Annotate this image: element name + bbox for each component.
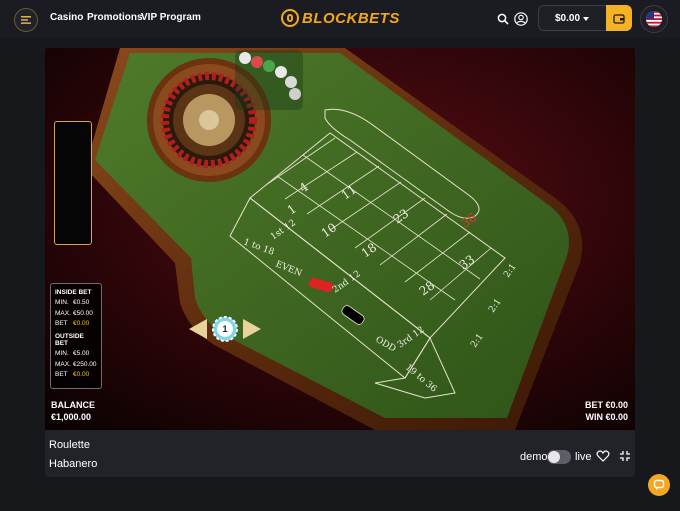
logo-text: BLOCKBETS [302,9,400,27]
live-label: live [575,451,592,463]
wallet[interactable]: $0.00 [538,5,632,31]
game-title: Roulette [49,439,90,451]
game-provider[interactable]: Habanero [49,458,97,470]
heart-icon[interactable] [596,449,610,463]
outside-bet-title: OUTSIDE BET [55,333,84,347]
inside-bet-title: INSIDE BET [55,289,92,296]
history-panel [54,121,92,245]
fullscreen-icon[interactable] [619,450,631,462]
nav-casino[interactable]: Casino [50,12,83,23]
game-info-bar: Roulette Habanero demo live [45,430,635,477]
bet-limits-panel: INSIDE BET MIN. €0.50 MAX. €50.00 BET €0.00… [50,283,102,389]
logo[interactable]: BLOCKBETS [281,8,400,28]
hamburger-icon [21,16,31,24]
user-icon [514,12,528,26]
inside-min-row: MIN. €0.50 [55,299,90,306]
nav-promotions[interactable]: Promotions [87,12,143,23]
account-button[interactable] [512,10,530,28]
search-icon [497,13,509,25]
wallet-balance: $0.00 [555,13,581,24]
toggle-knob [548,451,560,463]
top-bar: Casino Promotions VIP Program BLOCKBETS … [0,0,680,38]
us-flag-icon [646,11,662,27]
menu-button[interactable] [14,8,38,32]
chip-prev-arrow-icon [189,319,207,339]
nav-vip-program[interactable]: VIP Program [141,12,201,23]
language-selector[interactable] [640,5,668,33]
logo-icon [281,9,299,27]
wallet-icon [613,13,625,24]
inside-max-row: MAX. €50.00 [55,309,93,317]
chevron-down-icon [583,17,589,21]
balance-label: BALANCE [51,400,95,410]
bet-readout: BET €0.00 [584,400,628,410]
chat-icon [653,479,665,490]
game-frame[interactable]: 1 4 10 11 18 23 28 33 36 1 to 18 EVEN 1s… [45,48,635,430]
search-button[interactable] [494,10,512,28]
chip-selector[interactable]: 1 [189,315,261,343]
outside-min-row: MIN. €5.00 [55,350,90,357]
chip-next-arrow-icon [243,319,261,339]
inside-bet-row: BET €0.00 [55,320,90,327]
balance-value: €1,000.00 [51,412,92,422]
chat-button[interactable] [648,474,670,496]
outside-bet-row: BET €0.00 [55,371,90,378]
roulette-table-scene[interactable]: 1 4 10 11 18 23 28 33 36 1 to 18 EVEN 1s… [45,48,635,430]
demo-label: demo [520,451,548,463]
outside-max-row: MAX. €250.00 [55,360,97,368]
wallet-button[interactable] [606,5,632,31]
win-readout: WIN €0.00 [585,412,628,422]
chip-value: 1 [222,324,228,334]
demo-live-toggle[interactable] [547,450,571,464]
